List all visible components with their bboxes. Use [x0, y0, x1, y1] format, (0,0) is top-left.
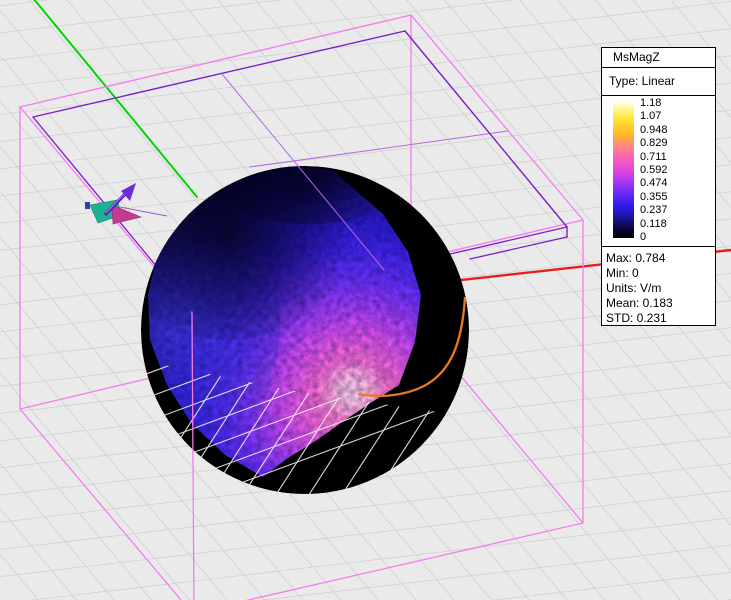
aux-box-edge-back	[250, 131, 508, 167]
tick-label: 0.237	[640, 204, 668, 216]
stat-std: STD: 0.231	[606, 311, 715, 326]
tick-label: 1.18	[640, 97, 668, 109]
colorbar-tick-labels: 1.18 1.07 0.948 0.829 0.711 0.592 0.474 …	[640, 97, 668, 243]
tick-label: 0.118	[640, 218, 668, 230]
legend-statistics: Max: 0.784 Min: 0 Units: V/m Mean: 0.183…	[601, 246, 716, 326]
tick-label: 0.592	[640, 164, 668, 176]
tick-label: 0.711	[640, 151, 668, 163]
dipole-antenna	[85, 183, 167, 224]
stat-min: Min: 0	[606, 266, 715, 281]
antenna-feed-block	[85, 202, 90, 209]
colorbar	[613, 100, 634, 238]
legend-scale: 1.18 1.07 0.948 0.829 0.711 0.592 0.474 …	[601, 95, 716, 247]
tick-label: 0.355	[640, 191, 668, 203]
tick-label: 0.948	[640, 124, 668, 136]
stat-mean: Mean: 0.183	[606, 296, 715, 311]
tick-label: 0.474	[640, 177, 668, 189]
legend-panel: MsMagZ Type: Linear 1.18 1.07 0.948 0.82…	[601, 48, 716, 326]
3d-viewport[interactable]: MsMagZ Type: Linear 1.18 1.07 0.948 0.82…	[0, 0, 731, 600]
tick-label: 0	[640, 231, 668, 243]
legend-scale-type: Type: Linear	[601, 67, 716, 96]
stat-max: Max: 0.784	[606, 251, 715, 266]
tick-label: 1.07	[640, 110, 668, 122]
legend-quantity-title: MsMagZ	[601, 47, 716, 68]
tick-label: 0.829	[640, 137, 668, 149]
stat-units: Units: V/m	[606, 281, 715, 296]
field-sphere	[76, 130, 528, 600]
